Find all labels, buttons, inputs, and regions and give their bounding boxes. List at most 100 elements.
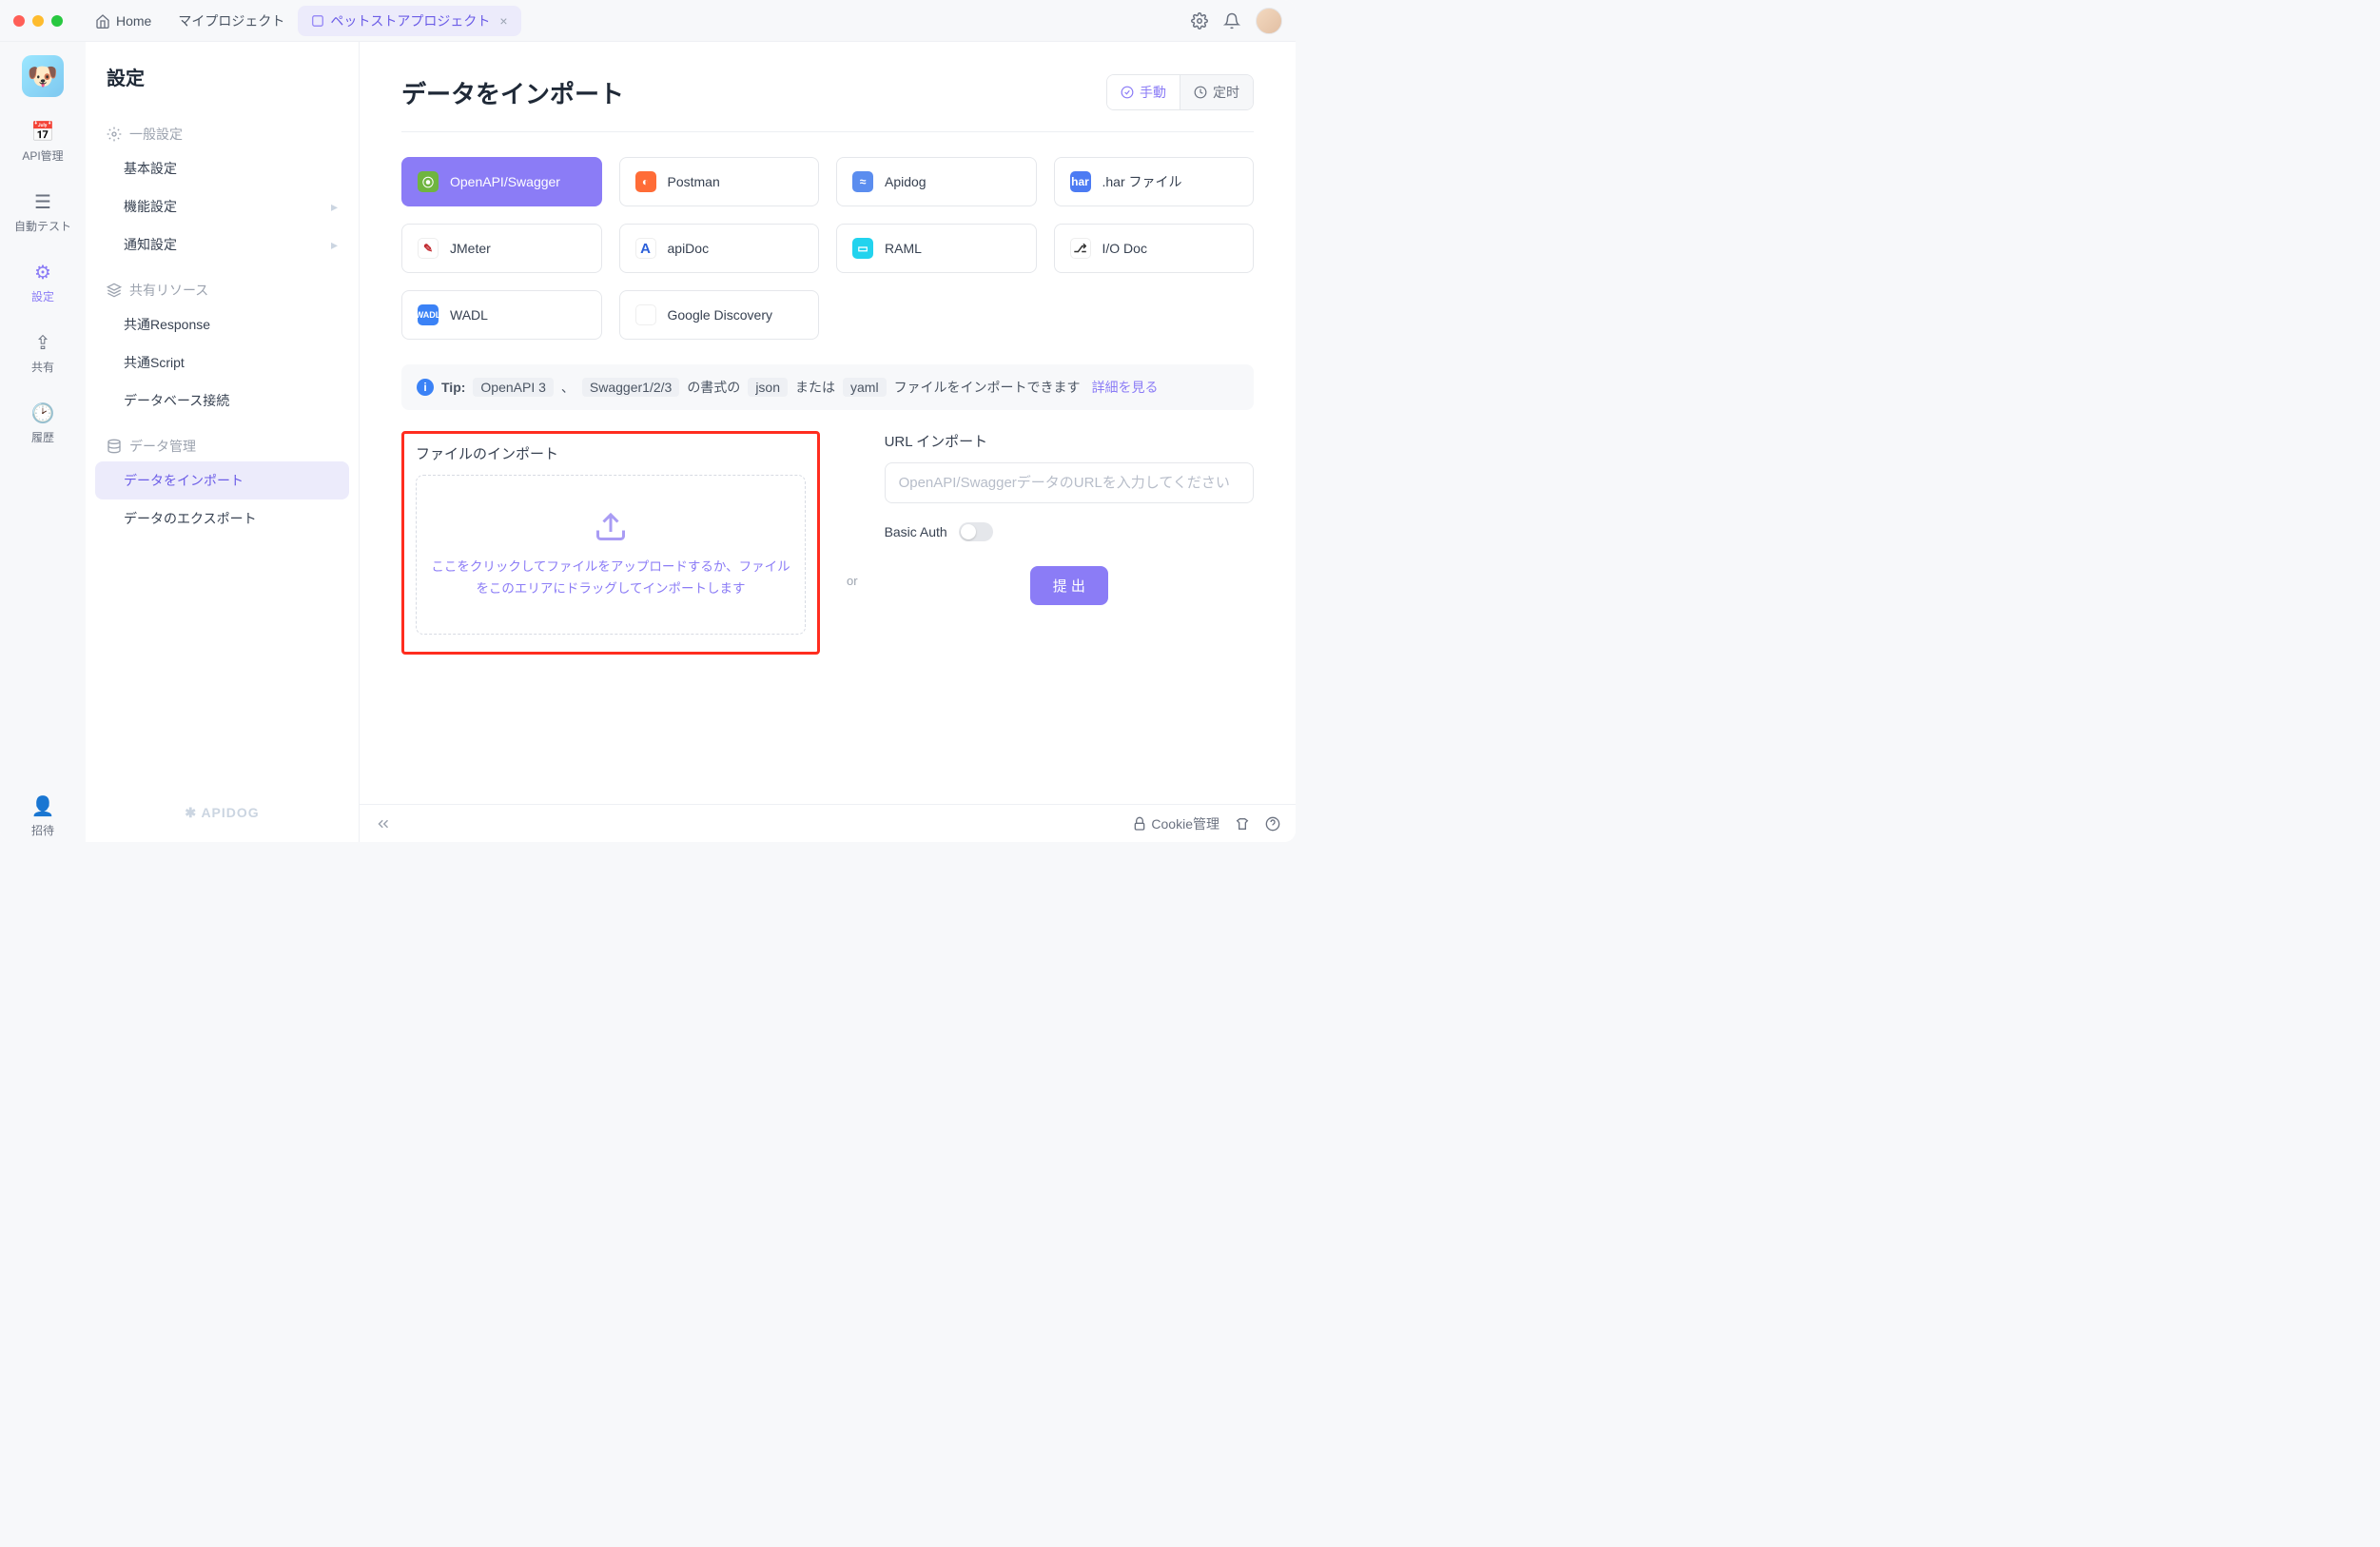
gear-icon[interactable] (1191, 12, 1208, 29)
format-postman[interactable]: ◐Postman (619, 157, 820, 206)
group-data: データ管理 (95, 431, 349, 461)
format-google[interactable]: ✳Google Discovery (619, 290, 820, 340)
or-divider: or (847, 574, 858, 588)
info-icon: i (417, 379, 434, 396)
bell-icon[interactable] (1223, 12, 1240, 29)
status-bar: Cookie管理 (360, 804, 1296, 842)
tab-myproject-label: マイプロジェクト (178, 11, 284, 30)
rail-settings[interactable]: ⚙ 設定 (0, 257, 86, 308)
format-iodoc[interactable]: ⎇I/O Doc (1054, 224, 1255, 273)
tab-petstore-label: ペットストアプロジェクト (330, 11, 490, 30)
collapse-icon[interactable] (375, 815, 392, 832)
hand-icon (1132, 816, 1147, 832)
format-har[interactable]: har.har ファイル (1054, 157, 1255, 206)
clock-icon (1194, 86, 1207, 99)
sidebar-item-notify[interactable]: 通知設定▸ (95, 225, 349, 264)
format-apidog[interactable]: ≈Apidog (836, 157, 1037, 206)
sidebar-item-response[interactable]: 共通Response (95, 305, 349, 343)
url-import-section: URL インポート Basic Auth 提 出 (885, 431, 1254, 605)
manual-icon (1121, 86, 1134, 99)
mode-segment: 手動 定时 (1106, 74, 1254, 110)
format-jmeter[interactable]: ✎JMeter (401, 224, 602, 273)
tab-petstore[interactable]: ペットストアプロジェクト × (298, 6, 520, 36)
file-import-head: ファイルのインポート (416, 443, 806, 463)
settings-icon: ⚙ (34, 261, 51, 284)
sidebar-item-export[interactable]: データのエクスポート (95, 499, 349, 538)
submit-button[interactable]: 提 出 (1030, 566, 1108, 605)
apidoc-icon: A (635, 238, 656, 259)
rail-autotest[interactable]: ☰ 自動テスト (0, 186, 86, 238)
close-window[interactable] (13, 15, 25, 27)
format-wadl[interactable]: WADLWADL (401, 290, 602, 340)
chevron-right-icon: ▸ (331, 237, 338, 253)
upload-icon (594, 509, 628, 543)
home-icon (95, 13, 110, 29)
openapi-icon: ⦿ (418, 171, 439, 192)
gear-icon (107, 127, 122, 142)
format-grid: ⦿OpenAPI/Swagger ◐Postman ≈Apidog har.ha… (401, 157, 1254, 340)
tab-myproject[interactable]: マイプロジェクト (165, 6, 298, 36)
tip-label: Tip: (441, 380, 465, 395)
sidebar-item-feature[interactable]: 機能設定▸ (95, 187, 349, 225)
sidebar-item-db[interactable]: データベース接続 (95, 382, 349, 420)
postman-icon: ◐ (635, 171, 656, 192)
tip-bar: i Tip: OpenAPI 3 、 Swagger1/2/3 の書式の jso… (401, 364, 1254, 410)
sidebar-item-basic[interactable]: 基本設定 (95, 149, 349, 187)
rail-history[interactable]: 🕑 履歴 (0, 398, 86, 449)
group-general: 一般設定 (95, 119, 349, 149)
layers-icon (107, 283, 122, 298)
sidebar-item-import[interactable]: データをインポート (95, 461, 349, 499)
apidog-icon: ≈ (852, 171, 873, 192)
format-raml[interactable]: ▭RAML (836, 224, 1037, 273)
jmeter-icon: ✎ (418, 238, 439, 259)
invite-icon: 👤 (31, 794, 55, 818)
url-import-head: URL インポート (885, 431, 1254, 451)
format-apidoc[interactable]: AapiDoc (619, 224, 820, 273)
file-dropzone[interactable]: ここをクリックしてファイルをアップロードするか、ファイルをこのエリアにドラッグし… (416, 475, 806, 635)
api-icon: 📅 (31, 120, 55, 144)
tab-home-label: Home (116, 13, 151, 29)
titlebar: Home マイプロジェクト ペットストアプロジェクト × (0, 0, 1296, 42)
help-icon[interactable] (1265, 816, 1280, 832)
cookie-manage[interactable]: Cookie管理 (1132, 814, 1219, 833)
raml-icon: ▭ (852, 238, 873, 259)
seg-manual[interactable]: 手動 (1107, 75, 1180, 109)
window-controls (13, 15, 63, 27)
seg-scheduled[interactable]: 定时 (1180, 75, 1253, 109)
database-icon (107, 439, 122, 454)
project-icon (311, 14, 324, 28)
google-icon: ✳ (635, 304, 656, 325)
maximize-window[interactable] (51, 15, 63, 27)
sidebar-item-script[interactable]: 共通Script (95, 343, 349, 382)
dropzone-text: ここをクリックしてファイルをアップロードするか、ファイルをこのエリアにドラッグし… (430, 557, 791, 600)
basic-auth-toggle[interactable] (959, 522, 993, 541)
har-icon: har (1070, 171, 1091, 192)
iodoc-icon: ⎇ (1070, 238, 1091, 259)
close-icon[interactable]: × (499, 13, 507, 29)
app-logo[interactable]: 🐶 (22, 55, 64, 97)
share-icon: ⇪ (35, 331, 51, 355)
chevron-right-icon: ▸ (331, 199, 338, 215)
rail-invite[interactable]: 👤 招待 (0, 791, 86, 842)
rail-share[interactable]: ⇪ 共有 (0, 327, 86, 379)
sidebar-title: 設定 (95, 63, 349, 90)
tab-home[interactable]: Home (82, 8, 165, 34)
group-shared: 共有リソース (95, 275, 349, 305)
minimize-window[interactable] (32, 15, 44, 27)
url-input[interactable] (885, 462, 1254, 503)
page-title: データをインポート (401, 75, 624, 110)
rail-api[interactable]: 📅 API管理 (0, 116, 86, 167)
tip-details-link[interactable]: 詳細を見る (1092, 378, 1159, 397)
nav-rail: 🐶 📅 API管理 ☰ 自動テスト ⚙ 設定 ⇪ 共有 🕑 履歴 (0, 42, 86, 842)
main-content: データをインポート 手動 定时 ⦿OpenAPI/Swagger ◐Postma… (360, 42, 1296, 842)
file-import-section: ファイルのインポート ここをクリックしてファイルをアップロードするか、ファイルを… (401, 431, 820, 655)
settings-sidebar: 設定 一般設定 基本設定 機能設定▸ 通知設定▸ 共有リソース 共通Respon… (86, 42, 360, 842)
tshirt-icon[interactable] (1235, 816, 1250, 832)
format-openapi[interactable]: ⦿OpenAPI/Swagger (401, 157, 602, 206)
history-icon: 🕑 (31, 401, 55, 425)
brand-footer: ✱ APIDOG (95, 793, 349, 832)
wadl-icon: WADL (418, 304, 439, 325)
basic-auth-label: Basic Auth (885, 524, 947, 539)
autotest-icon: ☰ (34, 190, 51, 214)
avatar[interactable] (1256, 8, 1282, 34)
